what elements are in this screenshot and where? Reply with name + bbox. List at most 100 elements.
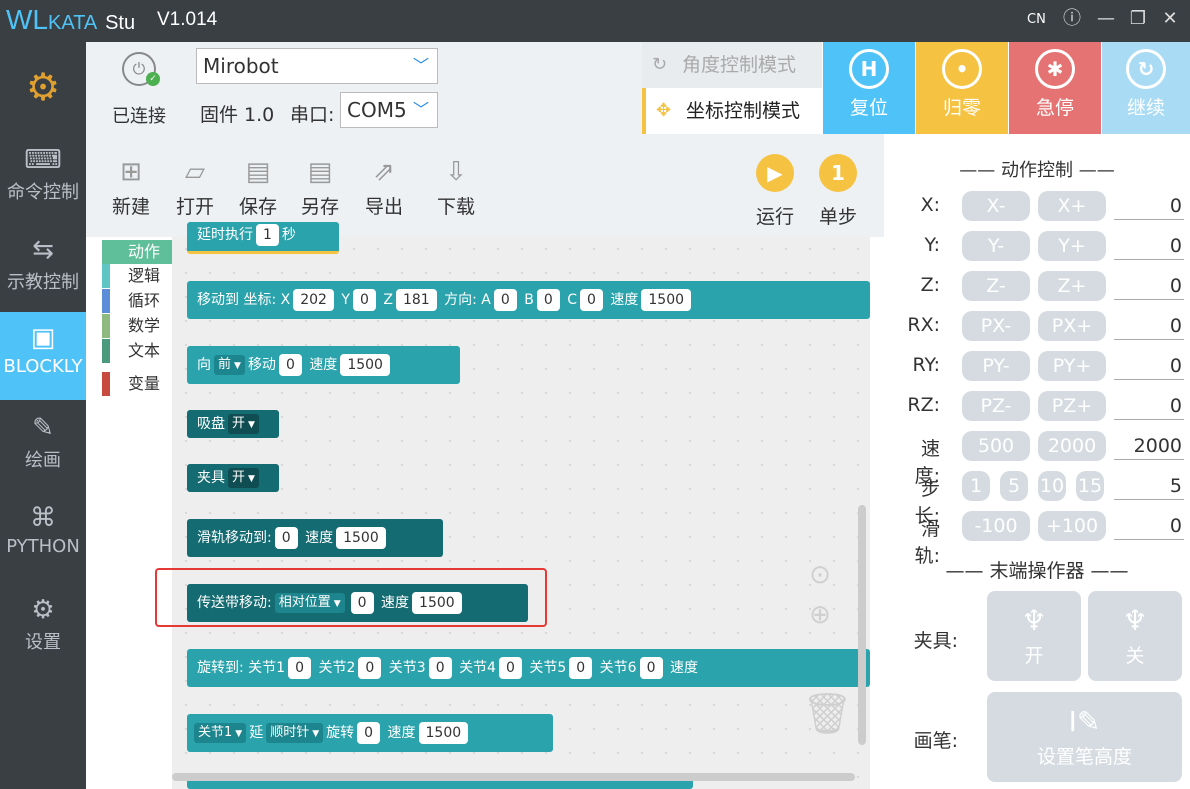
x-minus-button[interactable]: X-	[962, 191, 1030, 221]
sidebar-item-teach[interactable]: ⇆ 示教控制	[0, 232, 86, 294]
rz-minus-button[interactable]: PZ-	[962, 391, 1030, 421]
rx-value[interactable]: 0	[1114, 312, 1184, 340]
new-file-icon: ⊞	[120, 157, 142, 187]
sidebar-item-settings[interactable]: ⚙ 设置	[0, 592, 86, 654]
connection-status: 已连接	[112, 106, 166, 127]
close-icon[interactable]: ✕	[1159, 8, 1181, 30]
block-suction[interactable]: 吸盘开 ▼	[187, 410, 279, 438]
category-math[interactable]: 数学	[102, 314, 172, 338]
zoom-in-icon[interactable]: ⊕	[802, 600, 838, 630]
trash-icon[interactable]: 🗑	[802, 690, 853, 737]
language-toggle[interactable]: CN	[1027, 12, 1046, 27]
chevron-down-icon: ﹀	[412, 100, 429, 119]
gripper-open-icon: ♆	[1021, 604, 1047, 637]
gripper-close-button[interactable]: ♆ 关	[1088, 591, 1182, 681]
rx-minus-button[interactable]: PX-	[962, 311, 1030, 341]
step-5-button[interactable]: 5	[1000, 471, 1028, 501]
speed-value[interactable]: 2000	[1114, 432, 1184, 460]
horizontal-scrollbar[interactable]	[172, 773, 855, 781]
sidebar-item-python[interactable]: ⌘ PYTHON	[0, 500, 86, 557]
block-delay[interactable]: 延时执行 1 秒	[187, 222, 339, 254]
zero-button[interactable]: • 归零	[916, 42, 1008, 134]
resume-button[interactable]: ↻ 继续	[1102, 42, 1190, 134]
ry-minus-button[interactable]: PY-	[962, 351, 1030, 381]
sidebar-item-blockly[interactable]: ▣ BLOCKLY	[0, 312, 86, 400]
python-icon: ⌘	[30, 503, 56, 533]
step-1-button[interactable]: 1	[962, 471, 990, 501]
rx-plus-button[interactable]: PX+	[1038, 311, 1106, 341]
category-loop[interactable]: 循环	[102, 289, 172, 313]
blockly-workspace[interactable]	[102, 237, 870, 789]
block-gripper[interactable]: 夹具开 ▼	[187, 464, 279, 492]
block-move-direction[interactable]: 向前 ▼ 移动 0 速度 1500	[187, 346, 460, 384]
rz-value[interactable]: 0	[1114, 392, 1184, 420]
speed-2000-button[interactable]: 2000	[1038, 431, 1106, 461]
rail-plus-button[interactable]: +100	[1038, 511, 1106, 541]
z-minus-button[interactable]: Z-	[962, 271, 1030, 301]
z-plus-button[interactable]: Z+	[1038, 271, 1106, 301]
port-select[interactable]: COM5 ﹀	[340, 92, 438, 128]
sidebar-item-draw[interactable]: ✎ 绘画	[0, 410, 86, 472]
reset-button[interactable]: H 复位	[823, 42, 915, 134]
step-value[interactable]: 5	[1114, 472, 1184, 500]
block-rotate-to[interactable]: 旋转到: 关节1 0 关节2 0 关节3 0 关节4 0 关节5 0 关节6 0 速度	[187, 649, 870, 687]
save-button[interactable]: ▤ 保存	[239, 152, 277, 219]
x-plus-button[interactable]: X+	[1038, 191, 1106, 221]
axes-icon: ✥	[656, 100, 672, 121]
block-rail-move[interactable]: 滑轨移动到: 0 速度 1500	[187, 519, 443, 557]
run-button[interactable]: ▶ 运行	[756, 154, 794, 229]
new-button[interactable]: ⊞ 新建	[112, 152, 150, 219]
ry-plus-button[interactable]: PY+	[1038, 351, 1106, 381]
restore-icon[interactable]: ❐	[1127, 8, 1149, 30]
brush-icon: ✎	[32, 413, 54, 443]
rz-label: RZ:	[907, 394, 940, 416]
firmware-version: 固件 1.0	[200, 104, 275, 126]
connection-panel[interactable]: ⏻ ✓ 已连接	[86, 42, 190, 134]
open-button[interactable]: ▱ 打开	[176, 152, 214, 219]
title-bar: WLKATA Stu V1.014 CN ⓘ — ❐ ✕	[0, 0, 1190, 42]
robot-arm-icon: ⚙	[25, 65, 61, 109]
save-icon: ▤	[245, 157, 271, 187]
rz-plus-button[interactable]: PZ+	[1038, 391, 1106, 421]
set-pen-height-button[interactable]: I✎ 设置笔高度	[987, 692, 1182, 782]
minimize-icon[interactable]: —	[1095, 8, 1117, 30]
sidebar-item-command[interactable]: ⌨ 命令控制	[0, 142, 86, 204]
rail-value[interactable]: 0	[1114, 512, 1184, 540]
step-15-button[interactable]: 15	[1076, 471, 1104, 501]
terminal-icon: ⌨	[24, 145, 62, 175]
export-icon: ⇗	[373, 157, 395, 187]
home-icon: H	[849, 49, 889, 89]
x-value[interactable]: 0	[1114, 192, 1184, 220]
step-button[interactable]: 1 单步	[819, 154, 857, 229]
emergency-stop-button[interactable]: ✱ 急停	[1009, 42, 1101, 134]
category-variable[interactable]: 变量	[102, 372, 172, 396]
coord-mode-button[interactable]: ✥ 坐标控制模式	[642, 88, 822, 134]
device-info: Mirobot ﹀ 固件 1.0 串口: COM5 ﹀	[190, 42, 642, 134]
ry-value[interactable]: 0	[1114, 352, 1184, 380]
y-plus-button[interactable]: Y+	[1038, 231, 1106, 261]
download-button[interactable]: ⇩ 下载	[437, 152, 475, 219]
gripper-open-button[interactable]: ♆ 开	[987, 591, 1081, 681]
category-logic[interactable]: 逻辑	[102, 264, 172, 288]
z-value[interactable]: 0	[1114, 272, 1184, 300]
motion-control-title: —— 动作控制 ——	[959, 160, 1115, 181]
block-joint-rotate[interactable]: 关节1 ▼ 延顺时针 ▼ 旋转 0 速度 1500	[187, 714, 553, 752]
angle-mode-button[interactable]: ↻ 角度控制模式	[642, 42, 822, 88]
category-text[interactable]: 文本	[102, 339, 172, 363]
info-icon[interactable]: ⓘ	[1061, 8, 1083, 30]
download-icon: ⇩	[445, 157, 467, 187]
center-icon[interactable]: ⊙	[802, 560, 838, 600]
speed-500-button[interactable]: 500	[962, 431, 1030, 461]
category-action[interactable]: 动作	[102, 240, 172, 264]
block-move-to[interactable]: 移动到 坐标: X 202 Y0 Z 181 方向: A0 B0 C0 速度 1500	[187, 281, 870, 319]
device-select[interactable]: Mirobot ﹀	[196, 48, 438, 84]
rail-minus-button[interactable]: -100	[962, 511, 1030, 541]
step-10-button[interactable]: 10	[1038, 471, 1066, 501]
saveas-button[interactable]: ▤ 另存	[301, 152, 339, 219]
y-minus-button[interactable]: Y-	[962, 231, 1030, 261]
stop-icon: ✱	[1035, 49, 1075, 89]
y-value[interactable]: 0	[1114, 232, 1184, 260]
rx-label: RX:	[907, 314, 940, 336]
vertical-scrollbar[interactable]	[858, 505, 866, 745]
export-button[interactable]: ⇗ 导出	[365, 152, 403, 219]
